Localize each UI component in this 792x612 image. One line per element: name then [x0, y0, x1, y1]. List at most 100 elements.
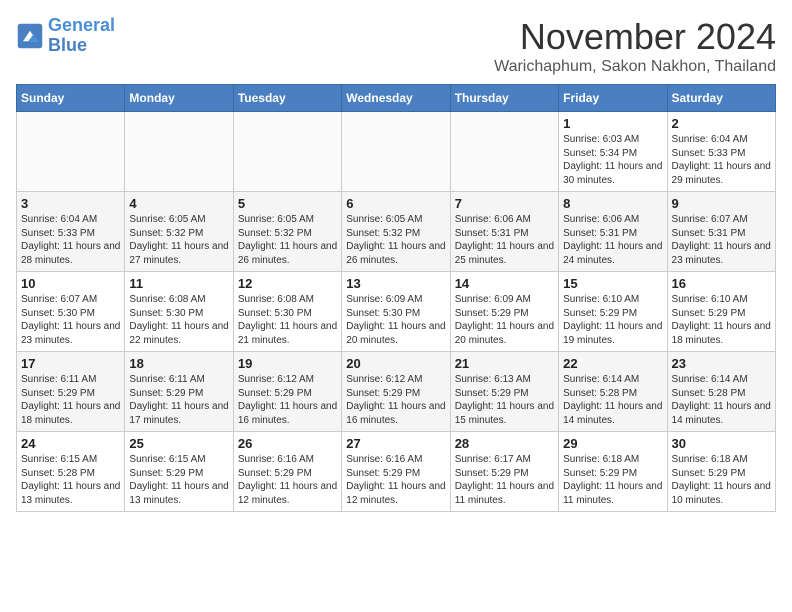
calendar-cell: 26 Sunrise: 6:16 AM Sunset: 5:29 PM Dayli…: [233, 432, 341, 512]
calendar-cell: 22 Sunrise: 6:14 AM Sunset: 5:28 PM Dayli…: [559, 352, 667, 432]
day-info: Sunrise: 6:09 AM Sunset: 5:30 PM Dayligh…: [346, 293, 445, 347]
day-number: 26: [238, 436, 337, 451]
weekday-header-monday: Monday: [125, 85, 233, 112]
day-number: 23: [672, 356, 771, 371]
calendar-cell: 30 Sunrise: 6:18 AM Sunset: 5:29 PM Dayli…: [667, 432, 775, 512]
day-number: 10: [21, 276, 120, 291]
day-number: 21: [455, 356, 554, 371]
day-number: 8: [563, 196, 662, 211]
title-block: November 2024 Warichaphum, Sakon Nakhon,…: [494, 16, 776, 76]
calendar-cell: [450, 112, 558, 192]
calendar-cell: 27 Sunrise: 6:16 AM Sunset: 5:29 PM Dayli…: [342, 432, 450, 512]
calendar-cell: 8 Sunrise: 6:06 AM Sunset: 5:31 PM Daylig…: [559, 192, 667, 272]
day-number: 15: [563, 276, 662, 291]
day-number: 29: [563, 436, 662, 451]
day-info: Sunrise: 6:04 AM Sunset: 5:33 PM Dayligh…: [21, 213, 120, 267]
day-number: 3: [21, 196, 120, 211]
day-number: 16: [672, 276, 771, 291]
day-info: Sunrise: 6:10 AM Sunset: 5:29 PM Dayligh…: [563, 293, 662, 347]
weekday-header-sunday: Sunday: [17, 85, 125, 112]
day-number: 4: [129, 196, 228, 211]
calendar-cell: [125, 112, 233, 192]
calendar-cell: 18Sunrise: 6:11 AM Sunset: 5:29 PM Dayli…: [125, 352, 233, 432]
calendar-cell: 17Sunrise: 6:11 AM Sunset: 5:29 PM Dayli…: [17, 352, 125, 432]
calendar-cell: [17, 112, 125, 192]
page-header: General Blue November 2024 Warichaphum, …: [16, 16, 776, 76]
weekday-header-friday: Friday: [559, 85, 667, 112]
day-number: 20: [346, 356, 445, 371]
day-info: Sunrise: 6:06 AM Sunset: 5:31 PM Dayligh…: [455, 213, 554, 267]
day-number: 19: [238, 356, 337, 371]
calendar-cell: 23 Sunrise: 6:14 AM Sunset: 5:28 PM Dayli…: [667, 352, 775, 432]
calendar-cell: 1Sunrise: 6:03 AM Sunset: 5:34 PM Daylig…: [559, 112, 667, 192]
day-info: Sunrise: 6:14 AM Sunset: 5:28 PM Dayligh…: [563, 373, 662, 427]
day-info: Sunrise: 6:04 AM Sunset: 5:33 PM Dayligh…: [672, 133, 771, 187]
calendar-cell: 15 Sunrise: 6:10 AM Sunset: 5:29 PM Dayli…: [559, 272, 667, 352]
weekday-header-wednesday: Wednesday: [342, 85, 450, 112]
calendar-cell: 10 Sunrise: 6:07 AM Sunset: 5:30 PM Dayli…: [17, 272, 125, 352]
logo: General Blue: [16, 16, 115, 56]
weekday-header-tuesday: Tuesday: [233, 85, 341, 112]
calendar-week-3: 10 Sunrise: 6:07 AM Sunset: 5:30 PM Dayli…: [17, 272, 776, 352]
weekday-header-row: SundayMondayTuesdayWednesdayThursdayFrid…: [17, 85, 776, 112]
calendar-cell: 9 Sunrise: 6:07 AM Sunset: 5:31 PM Daylig…: [667, 192, 775, 272]
calendar-cell: 7 Sunrise: 6:06 AM Sunset: 5:31 PM Daylig…: [450, 192, 558, 272]
day-number: 24: [21, 436, 120, 451]
calendar-cell: 21 Sunrise: 6:13 AM Sunset: 5:29 PM Dayli…: [450, 352, 558, 432]
day-info: Sunrise: 6:07 AM Sunset: 5:30 PM Dayligh…: [21, 293, 120, 347]
day-info: Sunrise: 6:13 AM Sunset: 5:29 PM Dayligh…: [455, 373, 554, 427]
day-info: Sunrise: 6:10 AM Sunset: 5:29 PM Dayligh…: [672, 293, 771, 347]
day-info: Sunrise: 6:14 AM Sunset: 5:28 PM Dayligh…: [672, 373, 771, 427]
calendar-cell: 24 Sunrise: 6:15 AM Sunset: 5:28 PM Dayli…: [17, 432, 125, 512]
day-info: Sunrise: 6:18 AM Sunset: 5:29 PM Dayligh…: [672, 453, 771, 507]
calendar-cell: [342, 112, 450, 192]
day-number: 14: [455, 276, 554, 291]
day-info: Sunrise: 6:15 AM Sunset: 5:29 PM Dayligh…: [129, 453, 228, 507]
calendar-week-5: 24 Sunrise: 6:15 AM Sunset: 5:28 PM Dayli…: [17, 432, 776, 512]
logo-text: General Blue: [48, 16, 115, 56]
day-number: 22: [563, 356, 662, 371]
day-info: Sunrise: 6:03 AM Sunset: 5:34 PM Dayligh…: [563, 133, 662, 187]
day-info: Sunrise: 6:05 AM Sunset: 5:32 PM Dayligh…: [346, 213, 445, 267]
day-info: Sunrise: 6:08 AM Sunset: 5:30 PM Dayligh…: [238, 293, 337, 347]
day-number: 7: [455, 196, 554, 211]
day-info: Sunrise: 6:11 AM Sunset: 5:29 PM Dayligh…: [21, 373, 120, 427]
day-info: Sunrise: 6:07 AM Sunset: 5:31 PM Dayligh…: [672, 213, 771, 267]
day-info: Sunrise: 6:09 AM Sunset: 5:29 PM Dayligh…: [455, 293, 554, 347]
day-info: Sunrise: 6:18 AM Sunset: 5:29 PM Dayligh…: [563, 453, 662, 507]
calendar-cell: [233, 112, 341, 192]
day-info: Sunrise: 6:08 AM Sunset: 5:30 PM Dayligh…: [129, 293, 228, 347]
calendar-week-4: 17Sunrise: 6:11 AM Sunset: 5:29 PM Dayli…: [17, 352, 776, 432]
day-info: Sunrise: 6:17 AM Sunset: 5:29 PM Dayligh…: [455, 453, 554, 507]
day-number: 9: [672, 196, 771, 211]
calendar-cell: 19 Sunrise: 6:12 AM Sunset: 5:29 PM Dayli…: [233, 352, 341, 432]
day-info: Sunrise: 6:11 AM Sunset: 5:29 PM Dayligh…: [129, 373, 228, 427]
calendar-cell: 12Sunrise: 6:08 AM Sunset: 5:30 PM Dayli…: [233, 272, 341, 352]
calendar-cell: 14 Sunrise: 6:09 AM Sunset: 5:29 PM Dayli…: [450, 272, 558, 352]
day-number: 28: [455, 436, 554, 451]
day-number: 6: [346, 196, 445, 211]
day-number: 30: [672, 436, 771, 451]
day-number: 2: [672, 116, 771, 131]
day-info: Sunrise: 6:15 AM Sunset: 5:28 PM Dayligh…: [21, 453, 120, 507]
day-number: 27: [346, 436, 445, 451]
calendar-table: SundayMondayTuesdayWednesdayThursdayFrid…: [16, 84, 776, 512]
calendar-cell: 20Sunrise: 6:12 AM Sunset: 5:29 PM Dayli…: [342, 352, 450, 432]
page-subtitle: Warichaphum, Sakon Nakhon, Thailand: [494, 58, 776, 76]
calendar-cell: 13 Sunrise: 6:09 AM Sunset: 5:30 PM Dayli…: [342, 272, 450, 352]
day-info: Sunrise: 6:16 AM Sunset: 5:29 PM Dayligh…: [238, 453, 337, 507]
day-number: 25: [129, 436, 228, 451]
day-number: 5: [238, 196, 337, 211]
calendar-cell: 4 Sunrise: 6:05 AM Sunset: 5:32 PM Daylig…: [125, 192, 233, 272]
calendar-week-1: 1Sunrise: 6:03 AM Sunset: 5:34 PM Daylig…: [17, 112, 776, 192]
logo-line1: General: [48, 15, 115, 35]
weekday-header-saturday: Saturday: [667, 85, 775, 112]
weekday-header-thursday: Thursday: [450, 85, 558, 112]
page-title: November 2024: [494, 16, 776, 58]
day-info: Sunrise: 6:06 AM Sunset: 5:31 PM Dayligh…: [563, 213, 662, 267]
day-info: Sunrise: 6:16 AM Sunset: 5:29 PM Dayligh…: [346, 453, 445, 507]
day-info: Sunrise: 6:05 AM Sunset: 5:32 PM Dayligh…: [129, 213, 228, 267]
day-number: 13: [346, 276, 445, 291]
calendar-cell: 25 Sunrise: 6:15 AM Sunset: 5:29 PM Dayli…: [125, 432, 233, 512]
day-info: Sunrise: 6:12 AM Sunset: 5:29 PM Dayligh…: [238, 373, 337, 427]
